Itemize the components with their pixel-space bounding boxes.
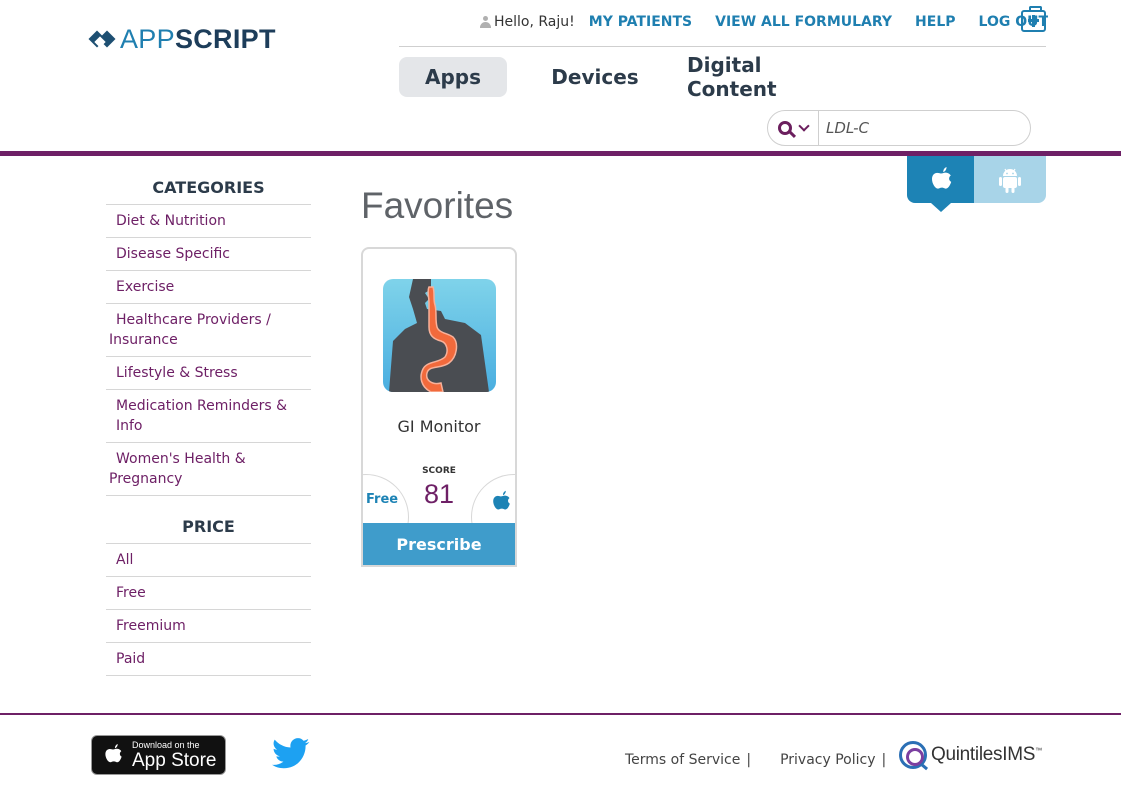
- category-exercise[interactable]: Exercise: [106, 271, 311, 304]
- appstore-big-text: App Store: [132, 749, 217, 771]
- user-greeting: Hello, Raju!: [480, 14, 575, 30]
- twitter-link[interactable]: [272, 738, 310, 774]
- price-free[interactable]: Free: [106, 577, 311, 610]
- appscript-logo[interactable]: APPSCRIPT: [88, 23, 276, 54]
- main-tabs: Apps Devices Digital Content: [399, 53, 847, 101]
- tab-devices[interactable]: Devices: [541, 57, 649, 97]
- page-title: Favorites: [361, 185, 514, 226]
- partner-name: QuintilesIMS™: [931, 744, 1042, 765]
- score-label: SCORE: [422, 466, 456, 476]
- apple-icon: [493, 490, 510, 510]
- categories-heading: CATEGORIES: [152, 177, 265, 197]
- footer-links: Terms of Service | Privacy Policy |: [625, 752, 894, 768]
- search-bar: [767, 110, 1031, 146]
- app-card[interactable]: GI Monitor SCORE 81 Free Prescribe: [361, 247, 517, 567]
- price-badge: Free: [366, 492, 399, 507]
- logo-diamond-icon: [88, 28, 117, 50]
- terms-of-service-link[interactable]: Terms of Service: [625, 752, 740, 768]
- categories-list: Diet & Nutrition Disease Specific Exerci…: [106, 204, 311, 496]
- greeting-text: Hello, Raju!: [494, 14, 575, 30]
- category-diet-nutrition[interactable]: Diet & Nutrition: [106, 205, 311, 238]
- search-icon: [778, 121, 792, 135]
- appstore-small-text: Download on the: [132, 739, 200, 750]
- privacy-policy-link[interactable]: Privacy Policy: [780, 752, 875, 768]
- price-all[interactable]: All: [106, 544, 311, 577]
- gi-monitor-app-icon[interactable]: [383, 279, 496, 392]
- price-heading: PRICE: [182, 516, 235, 536]
- apple-icon: [931, 166, 951, 189]
- android-platform-button[interactable]: [974, 156, 1046, 203]
- link-separator: |: [881, 752, 887, 768]
- price-freemium[interactable]: Freemium: [106, 610, 311, 643]
- search-type-button[interactable]: [768, 111, 819, 145]
- category-lifestyle-stress[interactable]: Lifestyle & Stress: [106, 357, 311, 390]
- chevron-down-icon: [798, 120, 810, 132]
- tab-apps[interactable]: Apps: [399, 57, 507, 97]
- sidebar: CATEGORIES Diet & Nutrition Disease Spec…: [106, 170, 311, 676]
- price-list: All Free Freemium Paid: [106, 543, 311, 676]
- user-icon: [480, 16, 491, 28]
- view-all-formulary-link[interactable]: VIEW ALL FORMULARY: [715, 14, 892, 30]
- app-name[interactable]: GI Monitor: [363, 417, 515, 436]
- twitter-icon: [272, 738, 310, 769]
- tab-digital-content[interactable]: Digital Content: [687, 53, 847, 101]
- app-store-badge[interactable]: Download on the App Store: [91, 735, 226, 775]
- category-disease-specific[interactable]: Disease Specific: [106, 238, 311, 271]
- quintiles-logo-icon: [899, 741, 927, 769]
- header-divider: [399, 46, 1046, 47]
- link-separator: |: [746, 752, 752, 768]
- price-paid[interactable]: Paid: [106, 643, 311, 676]
- android-icon: [999, 168, 1021, 193]
- medical-kit-icon[interactable]: [1021, 6, 1046, 32]
- help-link[interactable]: HELP: [915, 14, 955, 30]
- footer-divider: [0, 713, 1121, 715]
- my-patients-link[interactable]: MY PATIENTS: [589, 14, 692, 30]
- quintilesims-logo[interactable]: QuintilesIMS™: [899, 741, 1042, 769]
- category-womens-health[interactable]: Women's Health & Pregnancy: [106, 443, 311, 496]
- category-medication-reminders[interactable]: Medication Reminders & Info: [106, 390, 311, 443]
- ios-platform-button[interactable]: [907, 156, 974, 212]
- logo-text: APPSCRIPT: [120, 23, 276, 54]
- apple-icon: [105, 744, 122, 763]
- top-nav: Hello, Raju! MY PATIENTS VIEW ALL FORMUL…: [480, 13, 1071, 31]
- prescribe-button[interactable]: Prescribe: [363, 523, 515, 565]
- search-input[interactable]: [819, 113, 1019, 143]
- category-healthcare-providers[interactable]: Healthcare Providers / Insurance: [106, 304, 311, 357]
- platform-toggle: [907, 156, 1046, 212]
